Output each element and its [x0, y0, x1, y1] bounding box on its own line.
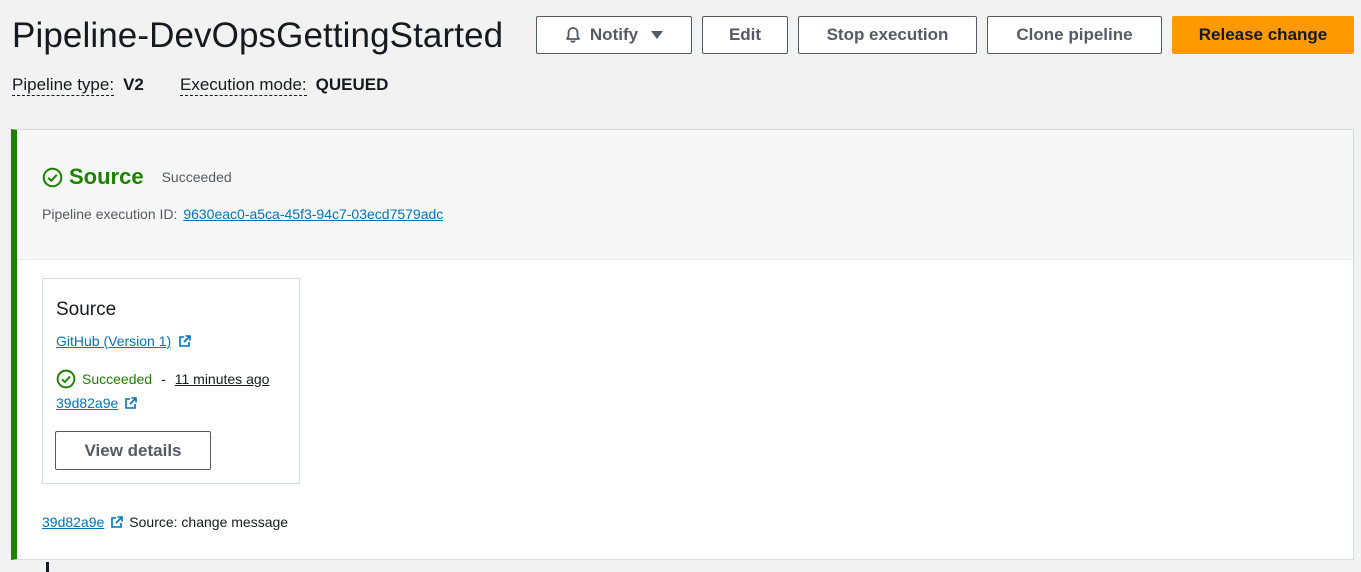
execution-id-label: Pipeline execution ID:: [42, 206, 178, 222]
footer-commit-link[interactable]: 39d82a9e: [42, 514, 104, 530]
execution-mode: Execution mode: QUEUED: [180, 75, 388, 96]
notify-label: Notify: [589, 25, 639, 44]
execution-id-link[interactable]: 9630eac0-a5ca-45f3-94c7-03ecd7579adc: [183, 206, 443, 222]
pipeline-type-label[interactable]: Pipeline type:: [12, 75, 115, 96]
stage-status: Succeeded: [161, 169, 232, 185]
clone-pipeline-button[interactable]: Clone pipeline: [987, 16, 1162, 54]
release-change-button[interactable]: Release change: [1172, 16, 1354, 54]
edit-button[interactable]: Edit: [702, 16, 788, 54]
check-circle-icon: [42, 167, 63, 187]
bell-icon: [566, 27, 580, 43]
execution-mode-label[interactable]: Execution mode:: [180, 75, 307, 96]
source-action-card: Source GitHub (Version 1) Succeeded - 11…: [42, 278, 300, 484]
stop-execution-button[interactable]: Stop execution: [798, 16, 977, 54]
stage-connector: [46, 562, 49, 572]
execution-mode-value: QUEUED: [315, 75, 389, 94]
action-status: Succeeded: [82, 371, 153, 387]
pipeline-type-value: V2: [123, 75, 144, 94]
provider-row: GitHub (Version 1): [56, 333, 191, 349]
execution-id-row: Pipeline execution ID: 9630eac0-a5ca-45f…: [42, 206, 443, 222]
external-link-icon[interactable]: [110, 515, 124, 529]
check-circle-icon: [56, 369, 76, 389]
stage-header: Source Succeeded Pipeline execution ID: …: [17, 130, 1353, 260]
status-separator: -: [161, 371, 166, 387]
source-stage-panel: Source Succeeded Pipeline execution ID: …: [11, 129, 1354, 560]
external-link-icon[interactable]: [178, 334, 191, 348]
pipeline-type: Pipeline type: V2: [12, 75, 144, 96]
stage-name: Source: [69, 164, 144, 189]
commit-link[interactable]: 39d82a9e: [56, 395, 118, 411]
footer-commit-message: Source: change message: [129, 514, 289, 530]
view-details-button[interactable]: View details: [55, 431, 211, 470]
provider-link[interactable]: GitHub (Version 1): [56, 333, 171, 349]
action-time[interactable]: 11 minutes ago: [175, 371, 270, 387]
stage-title: Source Succeeded: [42, 164, 232, 190]
page-title: Pipeline-DevOpsGettingStarted: [12, 16, 504, 55]
external-link-icon[interactable]: [124, 396, 138, 410]
action-title: Source: [56, 299, 117, 320]
action-status-row: Succeeded - 11 minutes ago: [56, 369, 269, 389]
caret-down-icon: [651, 31, 664, 39]
commit-row: 39d82a9e: [56, 395, 138, 411]
notify-button[interactable]: Notify: [536, 16, 692, 54]
stage-commit-footer: 39d82a9e Source: change message: [42, 514, 288, 530]
